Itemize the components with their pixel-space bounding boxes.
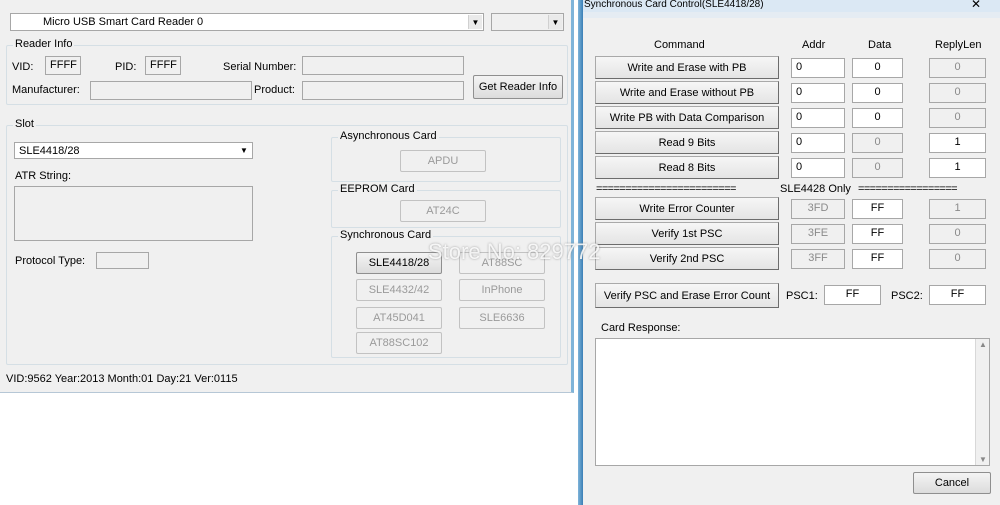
row7-data[interactable]: FF xyxy=(852,224,903,244)
row3-data[interactable]: 0 xyxy=(852,108,903,128)
psc1-label: PSC1: xyxy=(786,290,818,302)
chevron-down-icon[interactable]: ▼ xyxy=(468,15,482,29)
write-pb-comparison-button[interactable]: Write PB with Data Comparison xyxy=(595,106,779,129)
title-divider xyxy=(583,12,1000,18)
row2-addr[interactable]: 0 xyxy=(791,83,845,103)
scroll-up-icon[interactable]: ▲ xyxy=(979,340,987,349)
command-header: Command xyxy=(654,39,705,51)
card-type-select[interactable]: SLE4418/28 ▼ xyxy=(14,142,253,159)
card-response-field[interactable]: ▲ ▼ xyxy=(595,338,990,466)
psc2-field[interactable]: FF xyxy=(929,285,986,305)
apdu-button[interactable]: APDU xyxy=(400,150,486,172)
sync-card-caption: Synchronous Card xyxy=(338,229,434,241)
product-field[interactable] xyxy=(302,81,464,100)
verify-psc-erase-button[interactable]: Verify PSC and Erase Error Count xyxy=(595,283,779,308)
separator-label: SLE4428 Only xyxy=(780,183,851,195)
row6-data[interactable]: FF xyxy=(852,199,903,219)
at45d041-button[interactable]: AT45D041 xyxy=(356,307,442,329)
verify-1st-psc-button[interactable]: Verify 1st PSC xyxy=(595,222,779,245)
row2-replylen[interactable]: 0 xyxy=(929,83,986,103)
atr-string-field[interactable] xyxy=(14,186,253,241)
response-scrollbar[interactable]: ▲ ▼ xyxy=(975,339,989,465)
write-error-counter-button[interactable]: Write Error Counter xyxy=(595,197,779,220)
vid-field[interactable]: FFFF xyxy=(45,56,81,75)
row1-replylen[interactable]: 0 xyxy=(929,58,986,78)
row3-replylen[interactable]: 0 xyxy=(929,108,986,128)
replylen-header: ReplyLen xyxy=(935,39,982,51)
reader-index-select[interactable]: ▼ xyxy=(491,13,564,31)
reader-info-caption: Reader Info xyxy=(13,38,75,50)
status-bar: VID:9562 Year:2013 Month:01 Day:21 Ver:0… xyxy=(6,373,238,385)
manufacturer-label: Manufacturer: xyxy=(12,84,80,96)
reader-window: Micro USB Smart Card Reader 0 ▼ ▼ Reader … xyxy=(0,0,574,393)
reader-select[interactable]: Micro USB Smart Card Reader 0 ▼ xyxy=(10,13,484,31)
chevron-down-icon[interactable]: ▼ xyxy=(548,15,562,29)
chevron-down-icon[interactable]: ▼ xyxy=(237,144,251,157)
row6-addr[interactable]: 3FD xyxy=(791,199,845,219)
serial-number-field[interactable] xyxy=(302,56,464,75)
get-reader-info-button[interactable]: Get Reader Info xyxy=(473,75,563,99)
async-card-caption: Asynchronous Card xyxy=(338,130,439,142)
serial-number-label: Serial Number: xyxy=(223,61,297,73)
row8-data[interactable]: FF xyxy=(852,249,903,269)
row4-replylen[interactable]: 1 xyxy=(929,133,986,153)
row3-addr[interactable]: 0 xyxy=(791,108,845,128)
manufacturer-field[interactable] xyxy=(90,81,252,100)
addr-header: Addr xyxy=(802,39,826,51)
row2-data[interactable]: 0 xyxy=(852,83,903,103)
at88sc102-button[interactable]: AT88SC102 xyxy=(356,332,442,354)
write-erase-without-pb-button[interactable]: Write and Erase without PB xyxy=(595,81,779,104)
write-erase-pb-button[interactable]: Write and Erase with PB xyxy=(595,56,779,79)
sle6636-button[interactable]: SLE6636 xyxy=(459,307,545,329)
store-watermark: Store No: 829772 xyxy=(428,239,601,264)
inphone-button[interactable]: InPhone xyxy=(459,279,545,301)
window-title: Synchronous Card Control(SLE4418/28) xyxy=(584,0,764,10)
pid-field[interactable]: FFFF xyxy=(145,56,181,75)
pid-label: PID: xyxy=(115,61,137,73)
atr-string-label: ATR String: xyxy=(15,170,72,182)
row7-addr[interactable]: 3FE xyxy=(791,224,845,244)
row6-replylen[interactable]: 1 xyxy=(929,199,986,219)
card-type-value: SLE4418/28 xyxy=(19,145,80,157)
protocol-type-field[interactable] xyxy=(96,252,149,269)
row4-data[interactable]: 0 xyxy=(852,133,903,153)
psc2-label: PSC2: xyxy=(891,290,923,302)
close-icon[interactable]: ✕ xyxy=(971,0,981,11)
row1-data[interactable]: 0 xyxy=(852,58,903,78)
slot-caption: Slot xyxy=(13,118,36,130)
row5-data[interactable]: 0 xyxy=(852,158,903,178)
psc1-field[interactable]: FF xyxy=(824,285,881,305)
separator-left: ======================== xyxy=(596,183,736,195)
row5-replylen[interactable]: 1 xyxy=(929,158,986,178)
sle4432-button[interactable]: SLE4432/42 xyxy=(356,279,442,301)
separator-right: ================= xyxy=(858,183,958,195)
row8-addr[interactable]: 3FF xyxy=(791,249,845,269)
cancel-button[interactable]: Cancel xyxy=(913,472,991,494)
protocol-type-label: Protocol Type: xyxy=(15,255,86,267)
row8-replylen[interactable]: 0 xyxy=(929,249,986,269)
scroll-down-icon[interactable]: ▼ xyxy=(979,455,987,464)
eeprom-card-caption: EEPROM Card xyxy=(338,183,417,195)
product-label: Product: xyxy=(254,84,295,96)
at24c-button[interactable]: AT24C xyxy=(400,200,486,222)
card-response-label: Card Response: xyxy=(601,322,681,334)
data-header: Data xyxy=(868,39,892,51)
row1-addr[interactable]: 0 xyxy=(791,58,845,78)
reader-select-value: Micro USB Smart Card Reader 0 xyxy=(43,16,204,28)
verify-2nd-psc-button[interactable]: Verify 2nd PSC xyxy=(595,247,779,270)
row5-addr[interactable]: 0 xyxy=(791,158,845,178)
vid-label: VID: xyxy=(12,61,34,73)
row7-replylen[interactable]: 0 xyxy=(929,224,986,244)
read-9-bits-button[interactable]: Read 9 Bits xyxy=(595,131,779,154)
row4-addr[interactable]: 0 xyxy=(791,133,845,153)
read-8-bits-button[interactable]: Read 8 Bits xyxy=(595,156,779,179)
